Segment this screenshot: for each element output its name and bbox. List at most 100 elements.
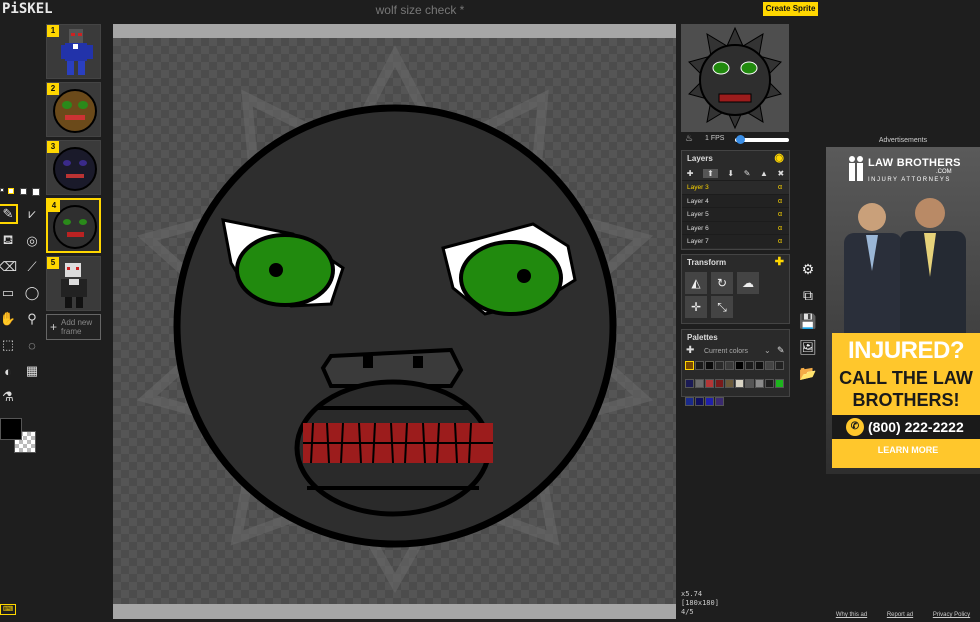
palette-select[interactable]: Current colors — [704, 348, 748, 355]
color-swatch[interactable] — [725, 379, 734, 388]
onion-skin-icon[interactable]: ♨ — [685, 133, 693, 144]
frame-4[interactable]: 4 — [46, 198, 101, 253]
add-layer-icon[interactable]: ✚ — [687, 169, 694, 178]
color-swatch[interactable] — [715, 379, 724, 388]
rectangle-tool[interactable]: ▭ — [0, 283, 18, 303]
merge-layer-icon[interactable]: ▲ — [760, 169, 768, 178]
layer-item[interactable]: Layer 4 α — [682, 193, 789, 208]
pen-size-4[interactable] — [32, 188, 40, 196]
add-new-frame-button[interactable]: + Add new frame — [46, 314, 101, 340]
color-swatch[interactable] — [685, 379, 694, 388]
vertical-mirror-tool[interactable]: ⩗ — [22, 204, 42, 224]
color-swatch[interactable] — [765, 361, 774, 370]
color-swatch[interactable] — [725, 361, 734, 370]
frame-2[interactable]: 2 — [46, 82, 101, 137]
document-title[interactable]: wolf size check * — [330, 3, 510, 17]
why-this-ad-link[interactable]: Why this ad — [836, 612, 867, 618]
frame-3[interactable]: 3 — [46, 140, 101, 195]
color-swatch[interactable] — [695, 397, 704, 406]
ad-phone-bar[interactable]: ✆ (800) 222-2222 — [832, 415, 980, 439]
color-swatch[interactable] — [685, 397, 694, 406]
shape-selection-tool[interactable]: ⚲ — [22, 309, 42, 329]
layer-item[interactable]: Layer 7 α — [682, 234, 789, 248]
ad-learn-more-button[interactable]: LEARN MORE — [872, 442, 944, 458]
add-palette-icon[interactable]: ✚ — [686, 345, 694, 356]
move-layer-up-icon[interactable]: ⬆ — [703, 168, 718, 178]
pen-size-1[interactable] — [0, 188, 4, 192]
color-swatch[interactable] — [755, 379, 764, 388]
rotate-button[interactable]: ↻ — [711, 272, 733, 294]
keyboard-shortcuts-icon[interactable]: ⌨ — [0, 604, 16, 615]
fps-slider-thumb[interactable] — [736, 135, 746, 144]
pen-size-2[interactable] — [8, 188, 14, 194]
dithering-tool[interactable]: ▦ — [22, 361, 42, 381]
color-swatch[interactable] — [775, 361, 784, 370]
settings-button[interactable]: ⚙ — [797, 258, 819, 280]
frame-1[interactable]: 1 — [46, 24, 101, 79]
advertisement[interactable]: LAW BROTHERS .COM INJURY ATTORNEYS INJUR… — [826, 147, 980, 474]
color-swatch[interactable] — [705, 379, 714, 388]
color-swatch[interactable] — [735, 361, 744, 370]
color-swatch[interactable] — [685, 361, 694, 370]
edit-layer-icon[interactable]: ✎ — [744, 169, 751, 178]
layer-item[interactable]: Layer 5 α — [682, 207, 789, 221]
color-swatch[interactable] — [695, 379, 704, 388]
primary-color-swatch[interactable] — [0, 418, 22, 440]
move-layer-down-icon[interactable]: ⬇ — [727, 169, 734, 178]
sprite-canvas[interactable] — [113, 38, 676, 604]
color-swatch[interactable] — [775, 379, 784, 388]
color-swatch[interactable] — [755, 361, 764, 370]
pen-tool[interactable]: ✎ — [0, 204, 18, 224]
eye-icon[interactable]: ◉ — [774, 151, 784, 166]
import-button[interactable]: 📂 — [797, 362, 819, 384]
color-swatch[interactable] — [715, 361, 724, 370]
layer-opacity-icon[interactable]: α — [778, 222, 782, 235]
create-sprite-button[interactable]: Create Sprite — [763, 2, 818, 16]
chevron-down-icon[interactable]: ⌄ — [764, 346, 771, 355]
flip-horizontal-button[interactable]: ◭ — [685, 272, 707, 294]
color-swatch[interactable] — [745, 361, 754, 370]
rectangle-select-tool[interactable]: ⬚ — [0, 335, 18, 355]
fps-slider[interactable] — [735, 135, 789, 144]
color-swatch[interactable] — [735, 379, 744, 388]
layer-opacity-icon[interactable]: α — [778, 181, 782, 194]
resize-sprite-button[interactable]: ⧉ — [797, 284, 819, 306]
drawing-area[interactable] — [113, 24, 676, 619]
frame-5[interactable]: 5 — [46, 256, 101, 311]
layer-item[interactable]: Layer 3 α — [682, 180, 789, 194]
export-button[interactable]: 🖼 — [797, 336, 819, 358]
color-picker-tool[interactable]: ⚗ — [0, 387, 18, 407]
stroke-tool[interactable]: ⟋ — [22, 257, 42, 277]
save-button[interactable]: 💾 — [797, 310, 819, 332]
delete-layer-icon[interactable]: ✖ — [778, 169, 785, 178]
clone-button[interactable]: ☁ — [737, 272, 759, 294]
align-center-button[interactable]: ✛ — [685, 296, 707, 318]
color-swatch[interactable] — [715, 397, 724, 406]
paint-bucket-tool[interactable]: ⛾ — [0, 231, 18, 251]
circle-tool[interactable]: ◯ — [22, 283, 42, 303]
sprite-size: [180x180] — [681, 599, 719, 607]
color-swatch[interactable] — [705, 361, 714, 370]
move-tool[interactable]: ✋ — [0, 309, 18, 329]
plus-icon[interactable]: ✚ — [775, 255, 784, 270]
layer-opacity-icon[interactable]: α — [778, 208, 782, 221]
color-swatch[interactable] — [695, 361, 704, 370]
report-ad-link[interactable]: Report ad — [887, 612, 913, 618]
layer-opacity-icon[interactable]: α — [778, 235, 782, 248]
lighten-tool[interactable]: ◐ — [0, 361, 18, 381]
privacy-policy-link[interactable]: Privacy Policy — [933, 612, 970, 618]
color-swatch[interactable] — [745, 379, 754, 388]
pen-size-3[interactable] — [20, 188, 27, 195]
color-swatch[interactable] — [765, 379, 774, 388]
magic-bucket-tool[interactable]: ◎ — [22, 231, 42, 251]
animation-preview[interactable] — [681, 24, 789, 132]
piskel-logo[interactable]: PiSKEL — [2, 1, 53, 17]
eraser-tool[interactable]: ⌫ — [0, 257, 18, 277]
layer-item[interactable]: Layer 6 α — [682, 220, 789, 235]
edit-palette-icon[interactable]: ✎ — [777, 345, 785, 356]
lasso-select-tool[interactable]: ◌ — [22, 335, 42, 355]
add-frame-label: Add new frame — [61, 318, 93, 336]
layer-opacity-icon[interactable]: α — [778, 195, 782, 208]
resize-button[interactable]: ⤡ — [711, 296, 733, 318]
color-swatch[interactable] — [705, 397, 714, 406]
